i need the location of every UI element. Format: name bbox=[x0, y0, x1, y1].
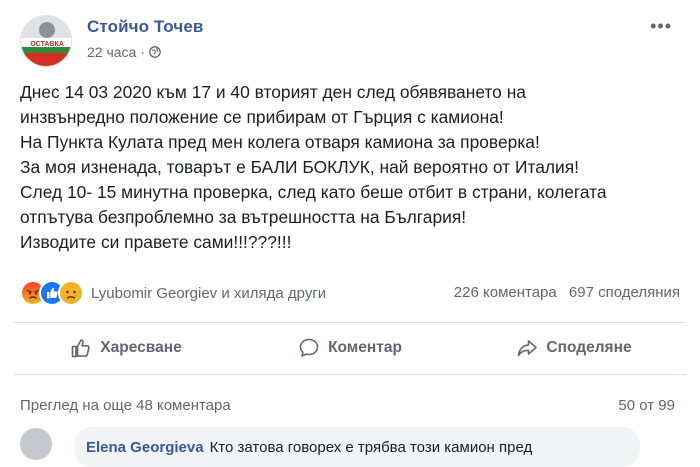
reaction-icons[interactable] bbox=[20, 280, 84, 306]
post-text-line: Днес 14 03 2020 към 17 и 40 вторият ден … bbox=[20, 82, 526, 102]
post-text-line: инзвънредно положение се прибирам от Гър… bbox=[20, 107, 504, 127]
commenter-avatar[interactable] bbox=[20, 428, 52, 460]
post-time[interactable]: 22 часа bbox=[87, 44, 136, 60]
thumbs-up-icon bbox=[70, 337, 92, 359]
shares-count[interactable]: 697 споделяния bbox=[569, 284, 680, 301]
commenter-name[interactable]: Elena Georgieva bbox=[86, 439, 204, 456]
comment-bubble: Elena Georgieva Кто затова говорех е тряб… bbox=[74, 427, 640, 467]
share-arrow-icon bbox=[516, 337, 538, 359]
share-label: Споделяне bbox=[546, 339, 632, 356]
comment-text: Кто затова говорех е трябва този камион … bbox=[209, 439, 533, 456]
post-author[interactable]: Стойчо Точев bbox=[87, 17, 203, 37]
separator-dot: · bbox=[140, 44, 145, 60]
engagement-counts: 226 коментара 697 споделяния bbox=[446, 284, 680, 301]
comment-bubble-icon bbox=[298, 337, 320, 359]
like-button[interactable]: Харесване bbox=[14, 322, 238, 374]
comment-label: Коментар bbox=[328, 339, 402, 356]
reaction-names[interactable]: Lyubomir Georgiev и хиляда други bbox=[91, 285, 326, 302]
post-text-line: отпътува безпроблемно за вътрешността на… bbox=[20, 207, 467, 227]
post-text-line: За моя изненада, товарът е БАЛИ БОКЛУК, … bbox=[20, 157, 579, 177]
reactions-row: Lyubomir Georgiev и хиляда други 226 ком… bbox=[20, 280, 680, 306]
divider bbox=[14, 374, 686, 375]
post-text-line: След 10- 15 минутна проверка, след като … bbox=[20, 182, 607, 202]
action-bar: Харесване Коментар Споделяне bbox=[14, 322, 686, 374]
avatar-image: ОСТАВКА bbox=[21, 16, 71, 66]
share-button[interactable]: Споделяне bbox=[462, 322, 686, 374]
globe-icon bbox=[149, 46, 161, 58]
view-more-comments-link[interactable]: Преглед на още 48 коментара bbox=[20, 397, 231, 414]
avatar[interactable]: ОСТАВКА bbox=[20, 15, 72, 67]
sad-reaction-icon bbox=[58, 280, 84, 306]
post-text: Днес 14 03 2020 към 17 и 40 вторият ден … bbox=[20, 80, 685, 255]
like-label: Харесване bbox=[100, 339, 182, 356]
post-text-line: Изводите си правете сами!!!???!!! bbox=[20, 232, 292, 252]
comments-counter: 50 от 99 bbox=[618, 397, 675, 414]
more-options-button[interactable]: ••• bbox=[650, 16, 672, 37]
avatar-text: ОСТАВКА bbox=[30, 41, 64, 48]
post-text-line: На Пункта Кулата пред мен колега отваря … bbox=[20, 132, 540, 152]
comments-count[interactable]: 226 коментара bbox=[454, 284, 557, 301]
comments-bar: Преглед на още 48 коментара 50 от 99 bbox=[20, 397, 675, 414]
post-meta: 22 часа · bbox=[87, 44, 161, 60]
comment-button[interactable]: Коментар bbox=[238, 322, 462, 374]
